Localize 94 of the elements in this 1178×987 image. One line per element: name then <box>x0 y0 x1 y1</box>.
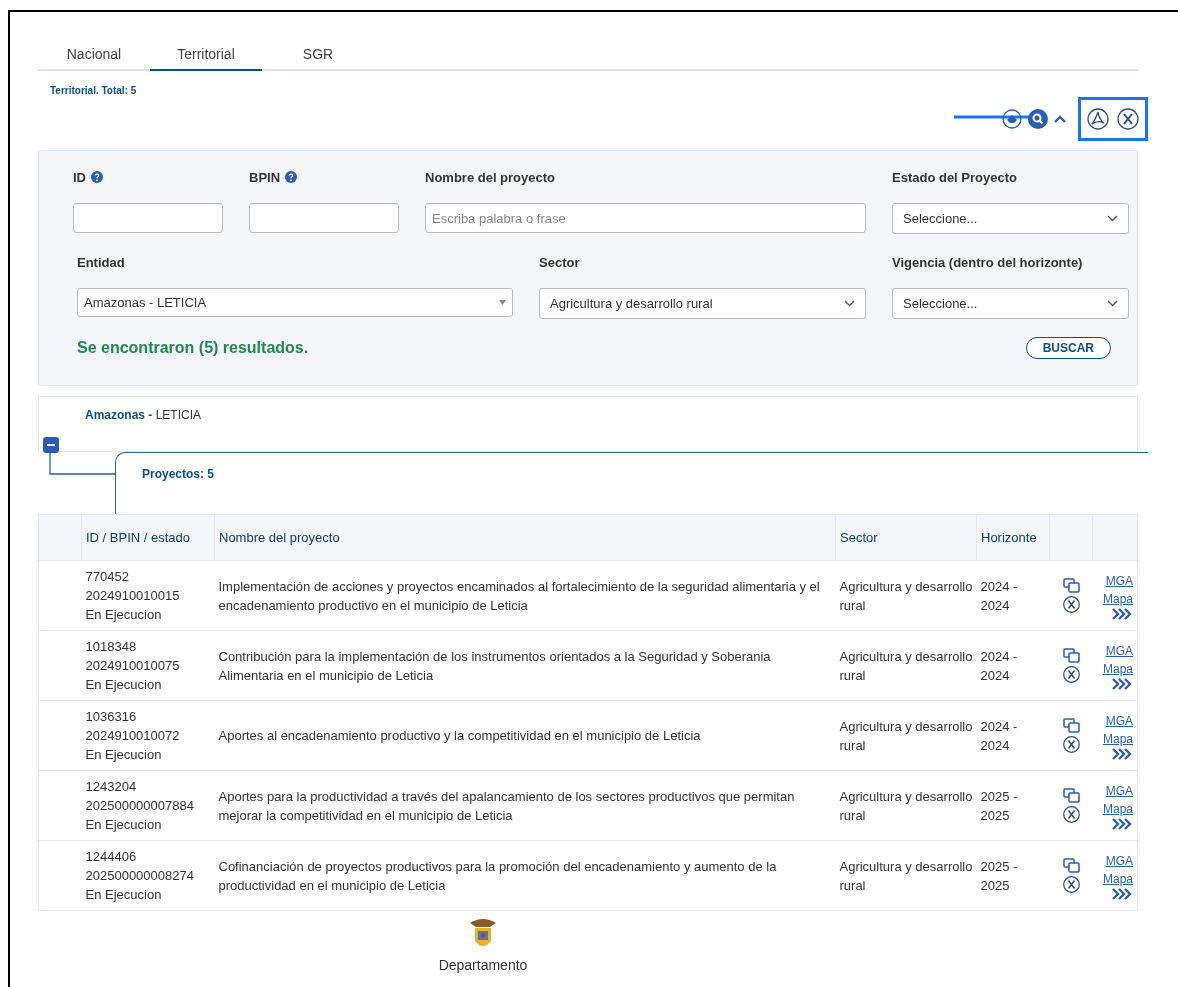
project-sector: Agricultura y desarrollo rural <box>835 770 977 841</box>
eraser-icon[interactable] <box>1002 109 1022 129</box>
pdf-icon[interactable] <box>1087 108 1109 130</box>
column-header: Horizonte <box>976 514 1050 561</box>
excel-icon[interactable] <box>1117 108 1139 130</box>
chevrons-right-icon[interactable] <box>1111 887 1133 900</box>
project-id: 1244406 <box>85 848 138 866</box>
project-horizon: 2024 - 2024 <box>976 630 1050 701</box>
project-bpin: 2024910010075 <box>85 657 181 675</box>
chevron-down-icon <box>1107 215 1118 222</box>
tab[interactable]: Nacional <box>38 32 150 71</box>
project-sector: Agricultura y desarrollo rural <box>835 560 977 631</box>
search-icon[interactable] <box>1028 109 1048 129</box>
project-id: 1018348 <box>85 638 138 656</box>
copy-icon[interactable] <box>1062 578 1080 593</box>
table-link[interactable]: Mapa <box>1096 729 1133 748</box>
table-link[interactable]: MGA <box>1096 641 1133 660</box>
project-sector: Agricultura y desarrollo rural <box>835 630 977 701</box>
tab[interactable]: SGR <box>262 32 374 71</box>
project-bpin: 202500000008274 <box>85 867 195 885</box>
chevrons-right-icon[interactable] <box>1111 817 1133 830</box>
projects-label: Proyectos: 5 <box>142 467 215 481</box>
column-header: Nombre del proyecto <box>214 514 836 561</box>
dropdown[interactable]: Amazonas - LETICIA <box>77 288 513 317</box>
project-status: En Ejecucion <box>85 606 163 624</box>
project-horizon: 2025 - 2025 <box>976 840 1050 911</box>
project-status: En Ejecucion <box>85 816 163 834</box>
chevrons-right-icon[interactable] <box>1111 677 1133 690</box>
caret-icon <box>499 300 506 305</box>
project-name: Aportes para la productividad a través del apalancamiento de los sectores productivos que permitan mejorar la competitividad en el municipio de Leticia <box>214 770 836 841</box>
field-label: Vigencia (dentro del horizonte) <box>892 254 1083 270</box>
chevron-up-icon[interactable] <box>1054 114 1066 124</box>
input-field[interactable]: Escriba palabra o frase <box>425 203 866 233</box>
project-bpin: 2024910010072 <box>85 727 181 745</box>
search-button[interactable]: BUSCAR <box>1025 337 1111 359</box>
project-sector: Agricultura y desarrollo rural <box>835 700 977 771</box>
table-link[interactable]: MGA <box>1096 781 1133 800</box>
table-link[interactable]: MGA <box>1096 571 1133 590</box>
dropdown[interactable]: Seleccione... <box>892 288 1129 319</box>
project-sector: Agricultura y desarrollo rural <box>835 840 977 911</box>
copy-icon[interactable] <box>1062 858 1080 873</box>
dropdown[interactable]: Seleccione... <box>892 203 1129 234</box>
project-status: En Ejecucion <box>85 676 163 694</box>
project-name: Aportes al encadenamiento productivo y la competitividad en el municipio de Leticia <box>214 700 836 771</box>
field-label: ID <box>73 169 86 185</box>
project-bpin: 2024910010015 <box>85 587 181 605</box>
collapse-toggle[interactable] <box>43 437 59 453</box>
group-title: Amazonas - LETICIA <box>84 407 203 422</box>
excel-icon[interactable] <box>1062 876 1080 893</box>
column-header: Sector <box>835 514 977 561</box>
excel-icon[interactable] <box>1062 596 1080 613</box>
field-label: Nombre del proyecto <box>425 169 556 185</box>
project-horizon: 2024 - 2024 <box>976 700 1050 771</box>
chevrons-right-icon[interactable] <box>1111 747 1133 760</box>
copy-icon[interactable] <box>1062 718 1080 733</box>
project-horizon: 2024 - 2024 <box>976 560 1050 631</box>
dropdown[interactable]: Agricultura y desarrollo rural <box>539 288 866 319</box>
field-label: BPIN <box>249 169 281 185</box>
result-message: Se encontraron (5) resultados. <box>77 339 309 357</box>
excel-icon[interactable] <box>1062 736 1080 753</box>
table-link[interactable]: MGA <box>1096 711 1133 730</box>
table-link[interactable]: Mapa <box>1096 799 1133 818</box>
excel-icon[interactable] <box>1062 666 1080 683</box>
table-link[interactable]: Mapa <box>1096 589 1133 608</box>
project-name: Cofinanciación de proyectos productivos para la promoción del encadenamiento y aumento de la productividad en el municipio de Leticia <box>214 840 836 911</box>
project-name: Contribución para la implementación de los instrumentos orientados a la Seguridad y Soberania Alimentaria en el municipio de Leticia <box>214 630 836 701</box>
chevron-down-icon <box>1107 300 1118 307</box>
chevron-down-icon <box>844 300 855 307</box>
excel-icon[interactable] <box>1062 806 1080 823</box>
input-field[interactable] <box>249 203 399 233</box>
project-id: 1243204 <box>85 778 138 796</box>
project-name: Implementación de acciones y proyectos encaminados al fortalecimiento de la seguridad alimentaria y el encadenamiento productivo en el municipio de Leticia <box>214 560 836 631</box>
project-status: En Ejecucion <box>85 886 163 904</box>
project-bpin: 202500000007884 <box>85 797 195 815</box>
input-field[interactable] <box>73 203 223 233</box>
help-icon[interactable] <box>91 171 103 183</box>
field-label: Entidad <box>77 254 125 270</box>
copy-icon[interactable] <box>1062 788 1080 803</box>
help-icon[interactable] <box>285 171 298 183</box>
footer-label: Departamento <box>438 957 528 973</box>
table-link[interactable]: Mapa <box>1096 869 1133 888</box>
project-id: 1036316 <box>85 708 138 726</box>
chevrons-right-icon[interactable] <box>1111 607 1133 620</box>
tab[interactable]: Territorial <box>150 32 262 71</box>
column-header: ID / BPIN / estado <box>81 514 215 561</box>
copy-icon[interactable] <box>1062 648 1080 663</box>
field-label: Estado del Proyecto <box>892 169 1017 185</box>
project-status: En Ejecucion <box>85 746 163 764</box>
field-label: Sector <box>539 254 580 270</box>
total-label: Territorial. Total: 5 <box>50 85 138 96</box>
project-horizon: 2025 - 2025 <box>976 770 1050 841</box>
project-id: 770452 <box>85 568 130 586</box>
table-link[interactable]: MGA <box>1096 851 1133 870</box>
table-link[interactable]: Mapa <box>1096 659 1133 678</box>
